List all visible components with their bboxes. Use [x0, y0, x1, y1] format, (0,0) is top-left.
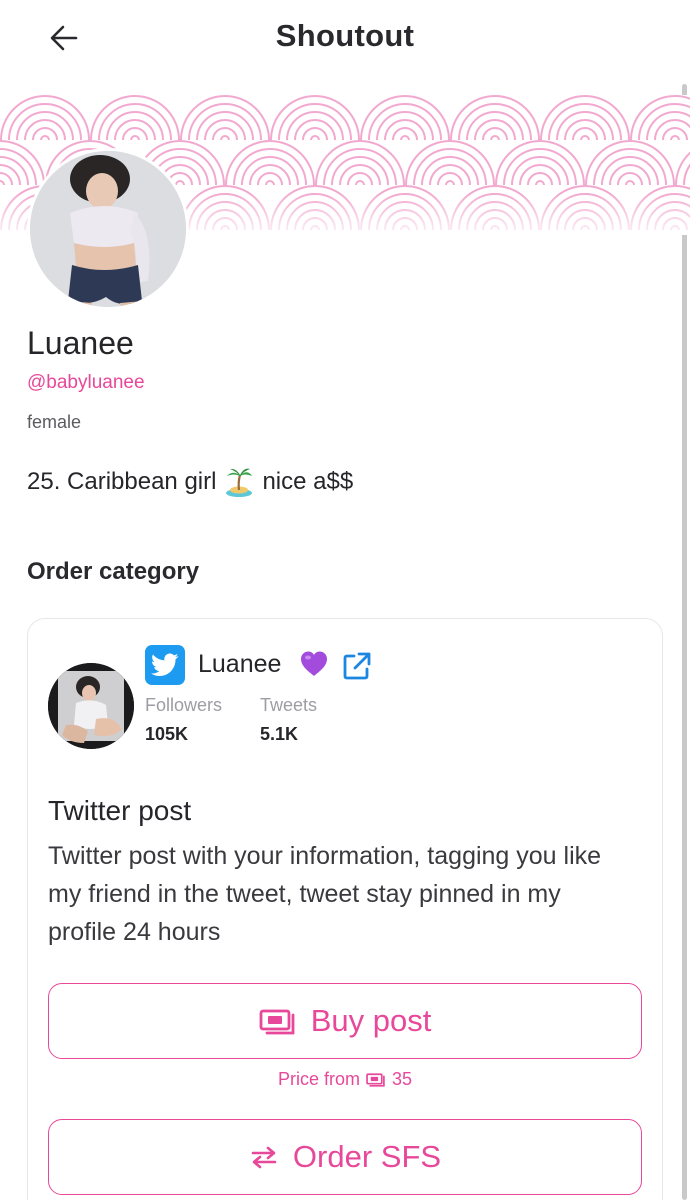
- avatar[interactable]: [27, 148, 189, 310]
- price-value: 35: [391, 1069, 413, 1089]
- twitter-bird-icon: [151, 653, 179, 676]
- profile-handle[interactable]: @babyluanee: [27, 372, 145, 394]
- page-title: Shoutout: [275, 18, 415, 53]
- tweets-count: 5.1K: [260, 724, 299, 744]
- order-sfs-label: Order SFS: [292, 1139, 442, 1174]
- bio-text-end: nice a$$: [262, 468, 354, 495]
- tweets-label: Tweets: [260, 695, 318, 715]
- twitter-avatar-photo: [48, 663, 134, 749]
- price-prefix: Price from: [277, 1069, 360, 1089]
- twitter-avatar: [48, 663, 134, 749]
- money-icon: [259, 1009, 295, 1035]
- twitter-platform-badge: [145, 645, 185, 685]
- followers-count: 105K: [145, 724, 189, 744]
- profile-display-name: Luanee: [27, 325, 134, 361]
- buy-post-label: Buy post: [310, 1003, 432, 1038]
- post-description: Twitter post with your information, tagg…: [48, 842, 602, 946]
- external-link-icon[interactable]: [341, 650, 373, 682]
- swap-arrows-icon: [251, 1146, 277, 1169]
- scrollbar[interactable]: [682, 84, 687, 1200]
- twitter-account-name: Luanee: [198, 650, 282, 678]
- profile-gender: female: [27, 412, 82, 432]
- buy-post-button[interactable]: Buy post: [48, 983, 642, 1059]
- post-title: Twitter post: [48, 795, 192, 826]
- purple-heart-icon: [301, 651, 327, 676]
- followers-label: Followers: [145, 695, 223, 715]
- top-app-bar: Shoutout: [0, 0, 690, 80]
- bio-text-start: 25. Caribbean girl: [27, 468, 217, 495]
- desert-island-emoji: [226, 468, 253, 497]
- order-category-title: Order category: [27, 558, 200, 585]
- money-icon-small: [366, 1073, 385, 1087]
- order-sfs-button[interactable]: Order SFS: [48, 1119, 642, 1195]
- profile-bio: 25. Caribbean girl nice a$$: [27, 466, 353, 498]
- order-card: Luanee Followers 105K Tweets 5.1K Twitte…: [27, 618, 663, 1200]
- price-info: Price from 35: [28, 1069, 662, 1090]
- avatar-photo: [30, 151, 186, 307]
